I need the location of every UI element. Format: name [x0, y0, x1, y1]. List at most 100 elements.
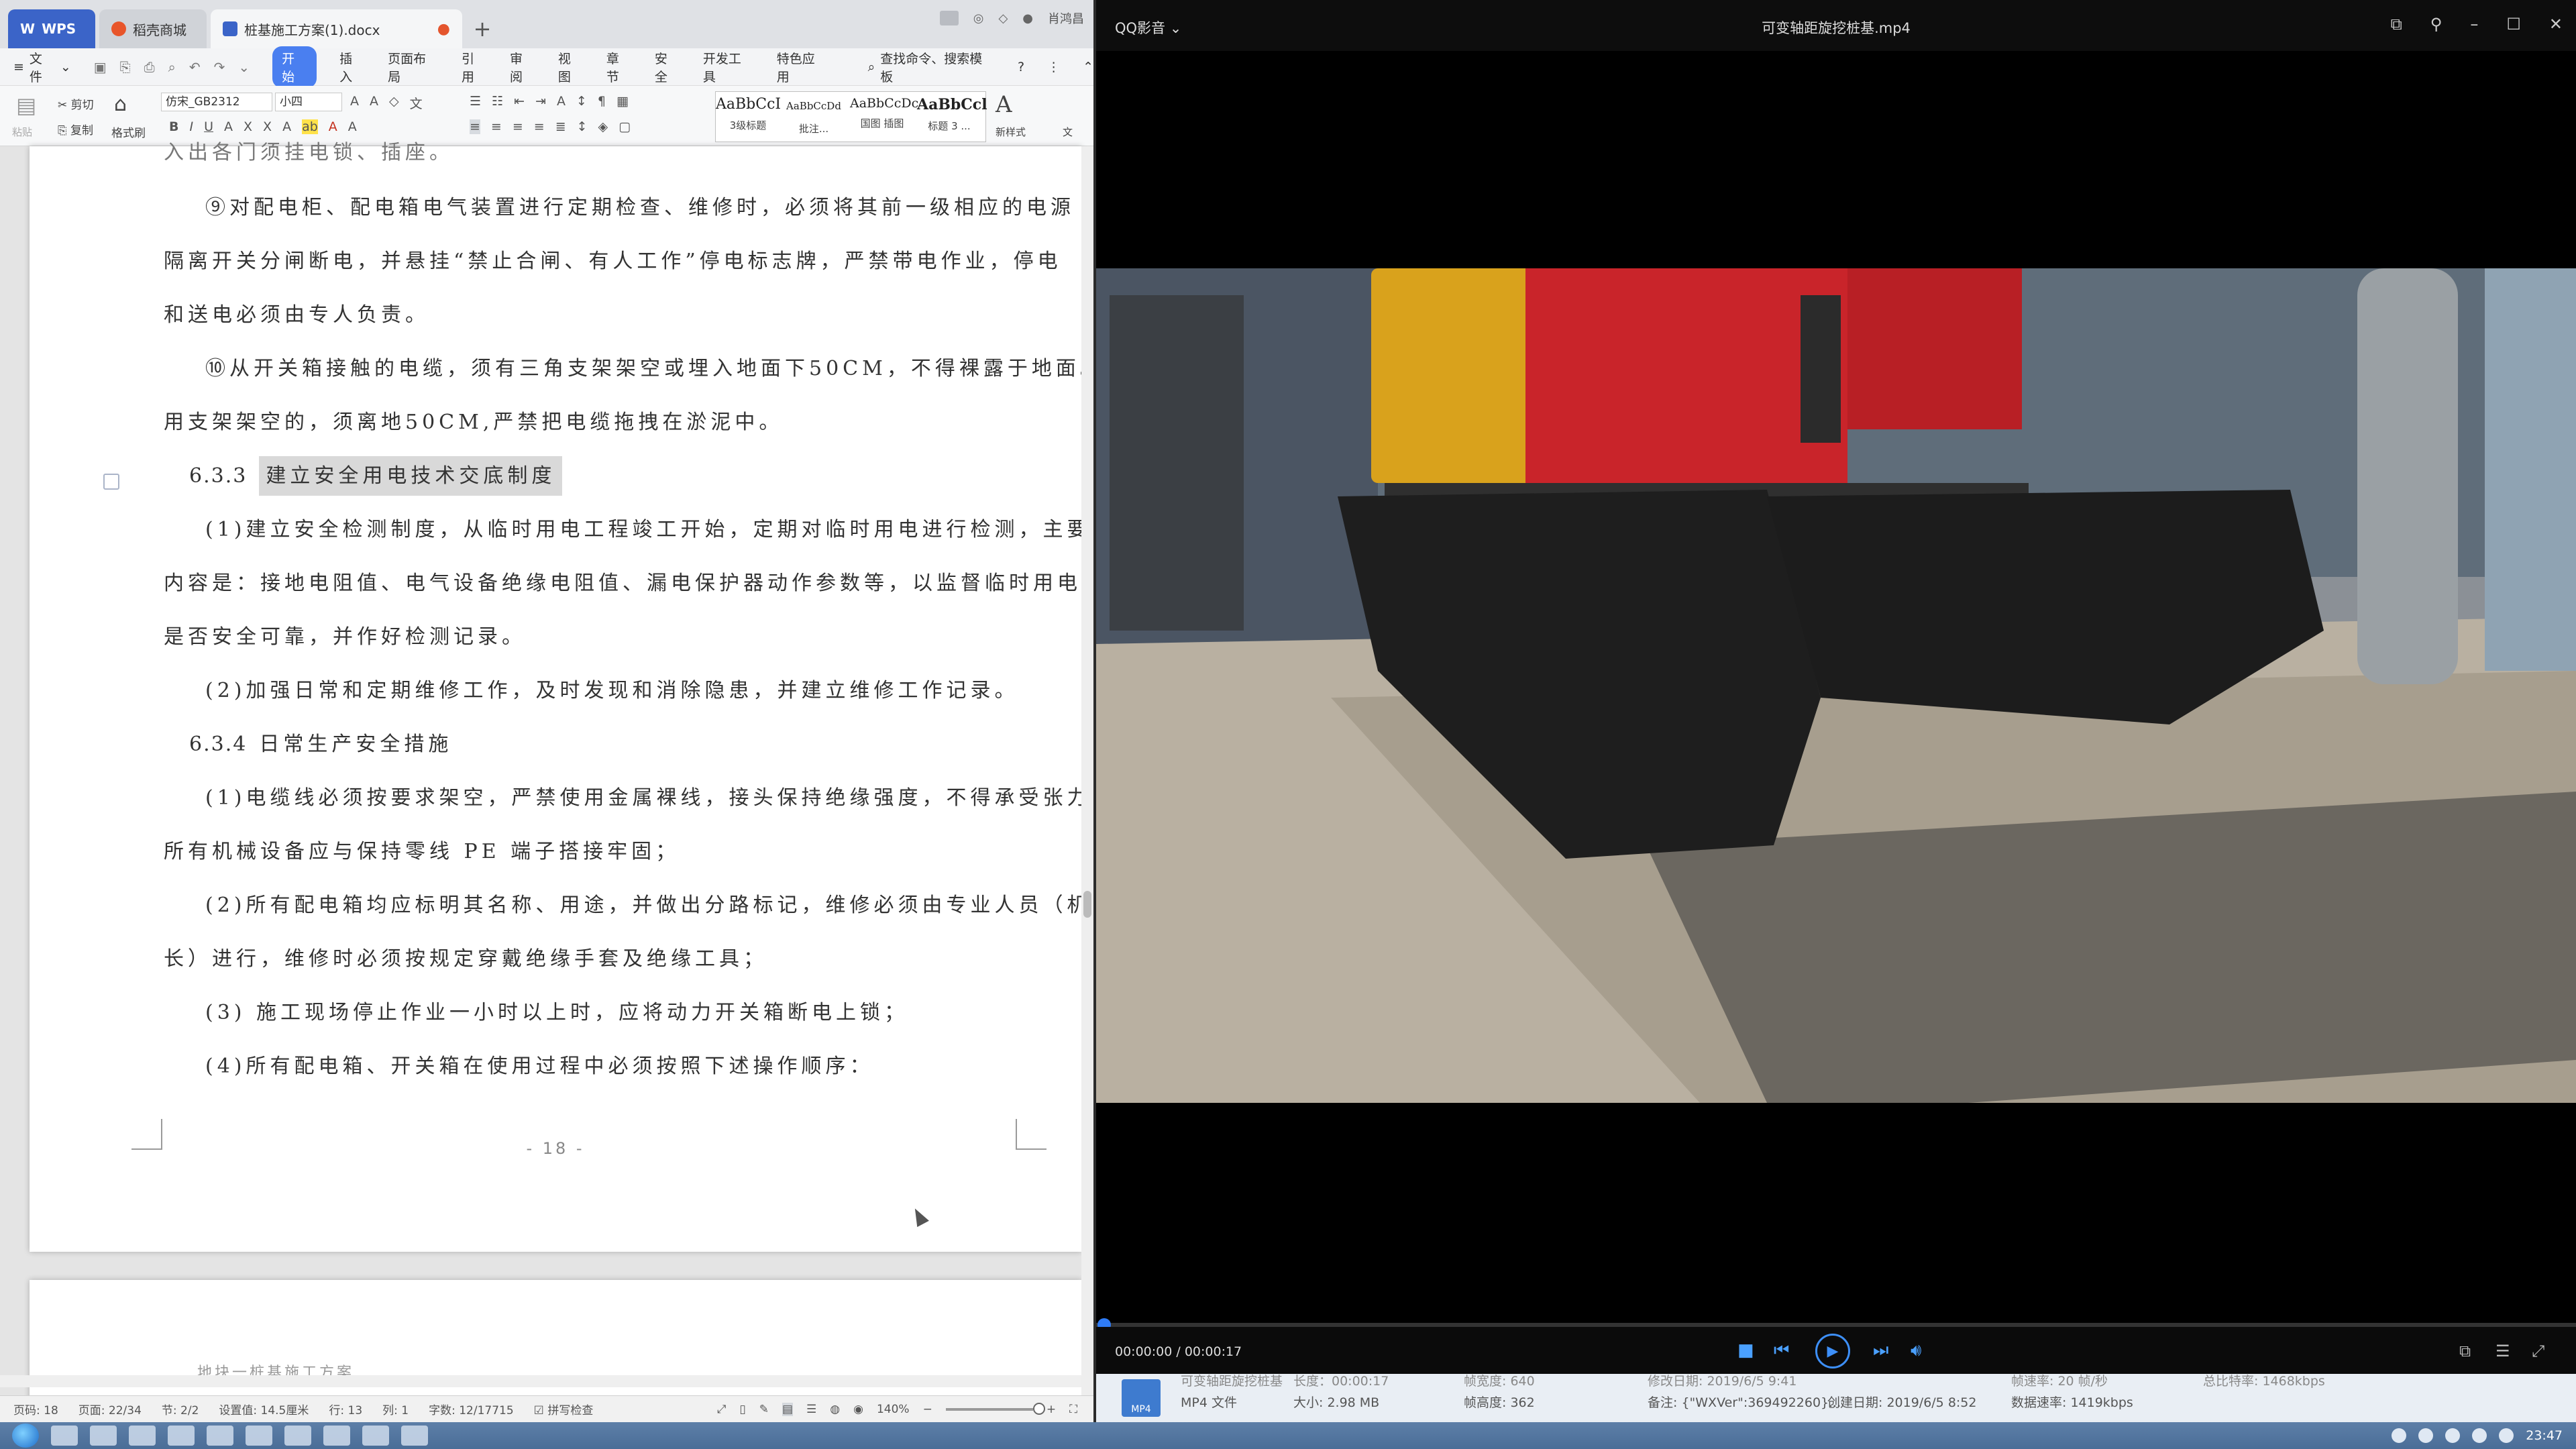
- menu-chapter[interactable]: 章节: [606, 49, 632, 85]
- taskbar-app-tool[interactable]: [246, 1426, 272, 1446]
- undo-icon[interactable]: ↶: [189, 59, 201, 75]
- new-style-icon[interactable]: A: [996, 91, 1012, 118]
- font-name-select[interactable]: 仿宋_GB2312: [161, 93, 272, 111]
- grow-font-icon[interactable]: A: [350, 94, 359, 112]
- subscript-icon[interactable]: X: [263, 119, 272, 134]
- selected-heading-text[interactable]: 建立安全用电技术交底制度: [259, 456, 563, 496]
- menu-start[interactable]: 开始: [272, 46, 317, 88]
- save-icon[interactable]: ▣: [94, 59, 107, 75]
- mini-mode-icon[interactable]: ⧉: [2391, 15, 2402, 34]
- play-button[interactable]: ▶: [1815, 1334, 1850, 1368]
- cut-button[interactable]: ✂ 剪切: [58, 95, 94, 112]
- user-name[interactable]: 肖鸿昌: [1048, 9, 1084, 27]
- paragraph-mark-icon[interactable]: [103, 474, 119, 490]
- screenshot-icon[interactable]: ⧉: [2459, 1342, 2471, 1360]
- strikethrough-icon[interactable]: A: [224, 119, 233, 134]
- pin-icon[interactable]: ⚲: [2430, 15, 2443, 34]
- shrink-font-icon[interactable]: A: [370, 94, 378, 112]
- volume-icon[interactable]: 🔊︎: [1911, 1340, 1921, 1361]
- style-figure[interactable]: AaBbCcDc 国图 插图: [850, 96, 918, 130]
- tab-document[interactable]: 桩基施工方案(1).docx ●: [211, 9, 462, 48]
- zoom-out-icon[interactable]: −: [923, 1403, 932, 1416]
- network-icon[interactable]: [2472, 1428, 2487, 1443]
- horizontal-scrollbar[interactable]: [0, 1375, 1081, 1387]
- zoom-in-icon[interactable]: +: [1046, 1403, 1056, 1416]
- new-tab-button[interactable]: +: [466, 9, 498, 48]
- volume-tray-icon[interactable]: [2499, 1428, 2514, 1443]
- outline-view-icon[interactable]: ☰: [806, 1403, 816, 1416]
- start-button[interactable]: [12, 1424, 39, 1448]
- char-shading-icon[interactable]: A: [348, 119, 357, 134]
- clear-format-icon[interactable]: ◇: [389, 94, 399, 112]
- skin-icon[interactable]: ◎: [973, 11, 984, 25]
- bold-icon[interactable]: B: [169, 119, 178, 134]
- file-menu[interactable]: ≡ 文件 ⌄: [13, 49, 71, 85]
- video-frame[interactable]: [1096, 268, 2576, 1103]
- user-avatar-icon[interactable]: ●: [1022, 11, 1033, 25]
- highlight-icon[interactable]: ab: [302, 119, 318, 134]
- distribute-icon[interactable]: ≣: [555, 119, 566, 134]
- line-spacing-icon[interactable]: ↕: [577, 119, 588, 134]
- edit-mode-icon[interactable]: ✎: [759, 1403, 769, 1416]
- document-page-next[interactable]: 地块一桩基施工方案: [30, 1280, 1081, 1414]
- redo-icon[interactable]: ↷: [214, 59, 225, 75]
- table-icon[interactable]: ▦: [616, 94, 629, 109]
- page-view-icon[interactable]: ▤: [782, 1402, 794, 1416]
- numbered-list-icon[interactable]: ☷: [492, 94, 503, 109]
- status-page-of[interactable]: 页面: 22/34: [78, 1401, 142, 1417]
- fullscreen-icon[interactable]: ⤢: [2532, 1342, 2544, 1360]
- menu-view[interactable]: 视图: [558, 49, 584, 85]
- border-icon[interactable]: ▢: [619, 119, 631, 134]
- text-tools-label[interactable]: 文: [1063, 125, 1073, 139]
- tab-wps-home[interactable]: W WPS: [8, 9, 95, 48]
- align-left-icon[interactable]: ≡: [470, 119, 480, 134]
- tray-icon[interactable]: [2445, 1428, 2461, 1443]
- copy-button[interactable]: ⎘ 复制: [58, 121, 93, 138]
- vertical-scrollbar[interactable]: [1081, 146, 1093, 1395]
- superscript-icon[interactable]: X: [244, 119, 252, 134]
- format-painter-icon[interactable]: ⌂: [114, 93, 127, 116]
- menu-security[interactable]: 安全: [655, 49, 680, 85]
- maximize-icon[interactable]: ☐: [2506, 15, 2521, 34]
- taskbar-app-browser[interactable]: [90, 1426, 117, 1446]
- web-view-icon[interactable]: ◍: [830, 1403, 840, 1416]
- close-tab-icon[interactable]: ●: [437, 21, 450, 38]
- sort-icon[interactable]: ↕: [576, 94, 587, 109]
- status-words[interactable]: 字数: 12/17715: [429, 1401, 514, 1417]
- chinese-layout-icon[interactable]: A: [557, 94, 566, 109]
- more-menu-icon[interactable]: ⋮: [1047, 60, 1060, 74]
- taskbar-app-excel[interactable]: [284, 1426, 311, 1446]
- taskbar-app-chrome[interactable]: [323, 1426, 350, 1446]
- shading-icon[interactable]: ◈: [598, 119, 608, 134]
- menu-references[interactable]: 引用: [462, 49, 487, 85]
- previous-icon[interactable]: ⏮: [1774, 1340, 1789, 1361]
- bullet-list-icon[interactable]: ☰: [470, 94, 481, 109]
- taskbar-app-folder[interactable]: [129, 1426, 156, 1446]
- paste-icon[interactable]: ▤: [16, 93, 36, 118]
- menu-page-layout[interactable]: 页面布局: [388, 49, 439, 85]
- taskbar-app-desktop[interactable]: [168, 1426, 195, 1446]
- show-marks-icon[interactable]: ¶: [598, 94, 606, 109]
- next-icon[interactable]: ⏭: [1873, 1340, 1888, 1361]
- align-center-icon[interactable]: ≡: [491, 119, 502, 134]
- text-effect-icon[interactable]: A: [282, 119, 291, 134]
- taskbar-app-wps[interactable]: [401, 1426, 428, 1446]
- menu-special[interactable]: 特色应用: [777, 49, 828, 85]
- font-color-icon[interactable]: A: [329, 119, 337, 134]
- collapse-ribbon-icon[interactable]: ⌃: [1083, 60, 1093, 74]
- zoom-slider[interactable]: [945, 1402, 1045, 1415]
- menu-review[interactable]: 审阅: [510, 49, 535, 85]
- pinyin-icon[interactable]: 文: [410, 94, 423, 112]
- style-comment[interactable]: AaBbCcDd 批注...: [782, 96, 846, 136]
- eye-protect-icon[interactable]: ◉: [853, 1403, 863, 1416]
- italic-icon[interactable]: I: [189, 119, 193, 134]
- help-icon[interactable]: ?: [1018, 60, 1024, 74]
- taskbar-app-media[interactable]: [207, 1426, 233, 1446]
- settings-icon[interactable]: ☰: [2496, 1342, 2510, 1360]
- menu-developer[interactable]: 开发工具: [703, 49, 754, 85]
- spell-check-button[interactable]: ☑ 拼写检查: [534, 1401, 594, 1417]
- justify-icon[interactable]: ≡: [534, 119, 545, 134]
- font-size-select[interactable]: 小四: [275, 93, 342, 111]
- export-icon[interactable]: ⎘: [120, 59, 131, 75]
- taskbar-app-explorer[interactable]: [51, 1426, 78, 1446]
